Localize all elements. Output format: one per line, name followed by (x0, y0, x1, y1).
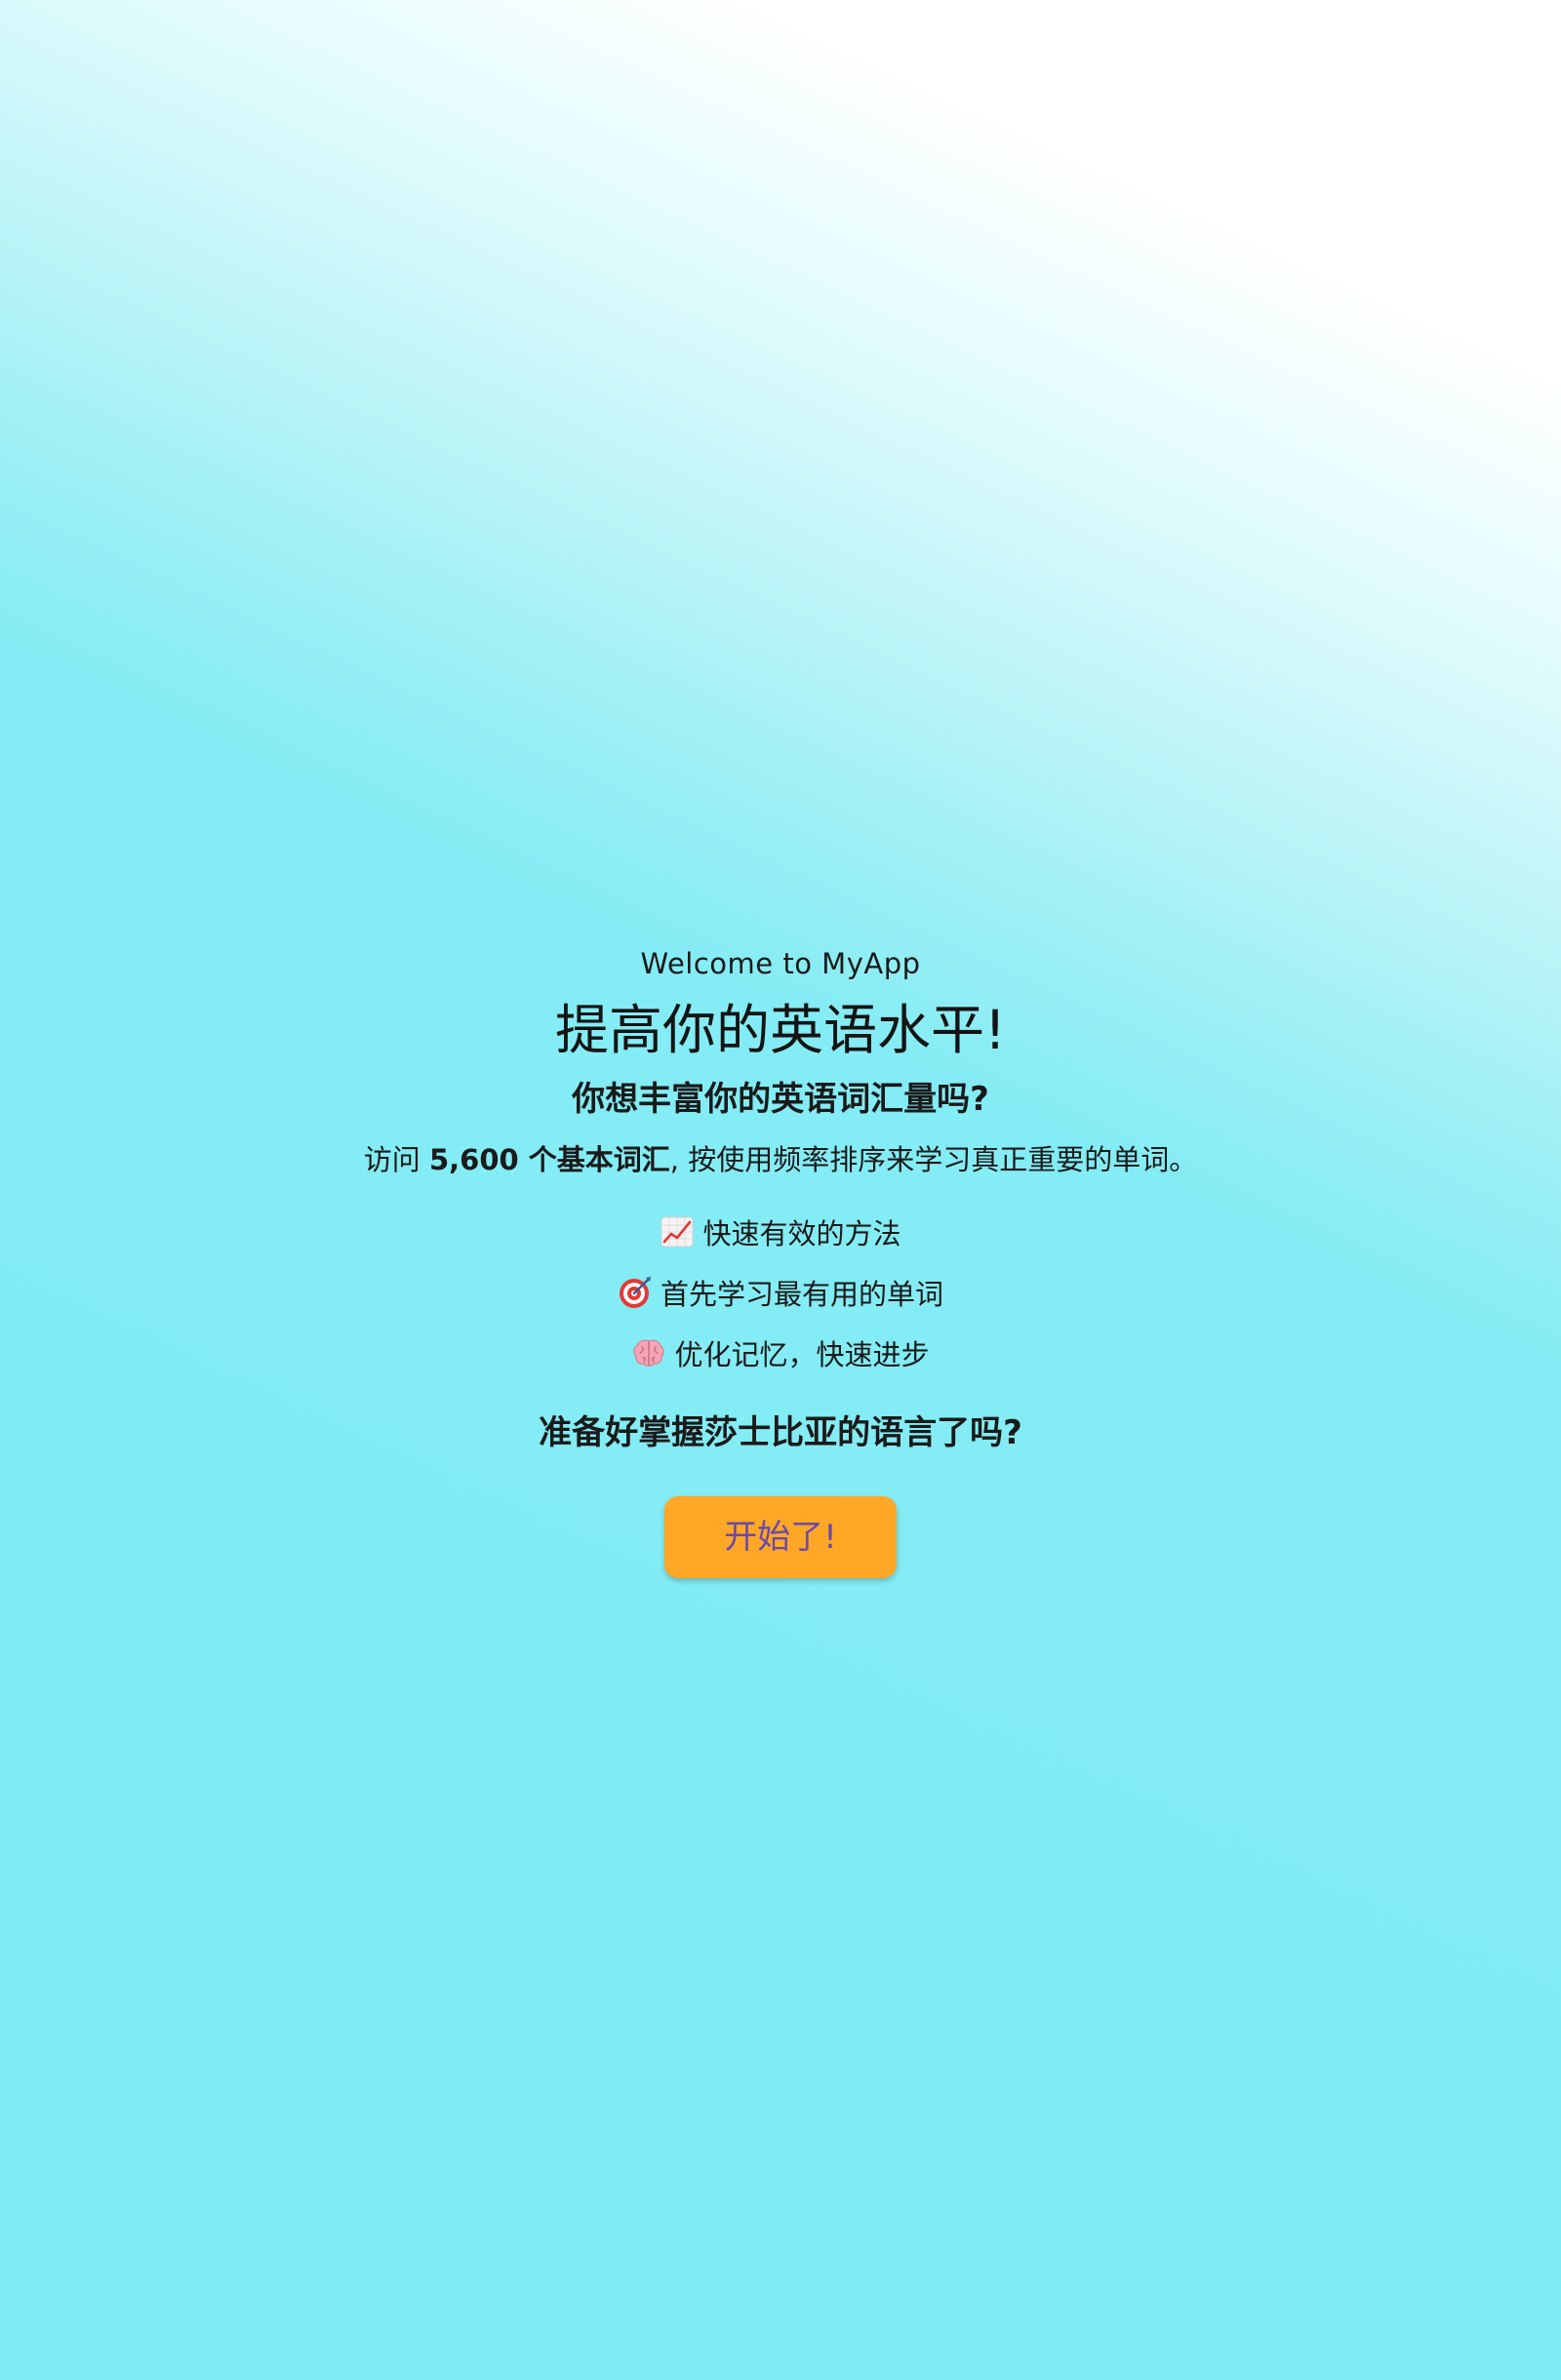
feature-item: 快速有效的方法 (0, 1211, 1561, 1256)
intro-suffix: , 按使用频率排序来学习真正重要的单词。 (669, 1143, 1198, 1176)
start-button[interactable]: 开始了! (664, 1496, 897, 1578)
feature-list: 快速有效的方法 首先学习最有用的单词 优化记忆，快速进步 (0, 1211, 1561, 1377)
chart-increasing-icon (660, 1216, 694, 1248)
target-icon (619, 1277, 651, 1308)
intro-text: 访问 5,600 个基本词汇, 按使用频率排序来学习真正重要的单词。 (0, 1137, 1561, 1182)
feature-label: 快速有效的方法 (702, 1217, 901, 1250)
feature-item: 首先学习最有用的单词 (0, 1272, 1561, 1317)
vocabulary-question: 你想丰富你的英语词汇量吗? (572, 1080, 989, 1119)
intro-highlight: 5,600 个基本词汇 (428, 1143, 670, 1176)
feature-label: 优化记忆，快速进步 (674, 1338, 930, 1371)
brain-icon (633, 1339, 665, 1367)
welcome-section: Welcome to MyApp 提高你的英语水平! 你想丰富你的英语词汇量吗?… (0, 936, 1561, 1578)
app-welcome-text: Welcome to MyApp (640, 947, 921, 980)
feature-label: 首先学习最有用的单词 (660, 1278, 943, 1311)
feature-item: 优化记忆，快速进步 (0, 1332, 1561, 1377)
page-headline: 提高你的英语水平! (554, 999, 1007, 1061)
intro-prefix: 访问 (363, 1143, 429, 1176)
cta-question: 准备好掌握莎士比亚的语言了吗? (539, 1413, 1022, 1452)
